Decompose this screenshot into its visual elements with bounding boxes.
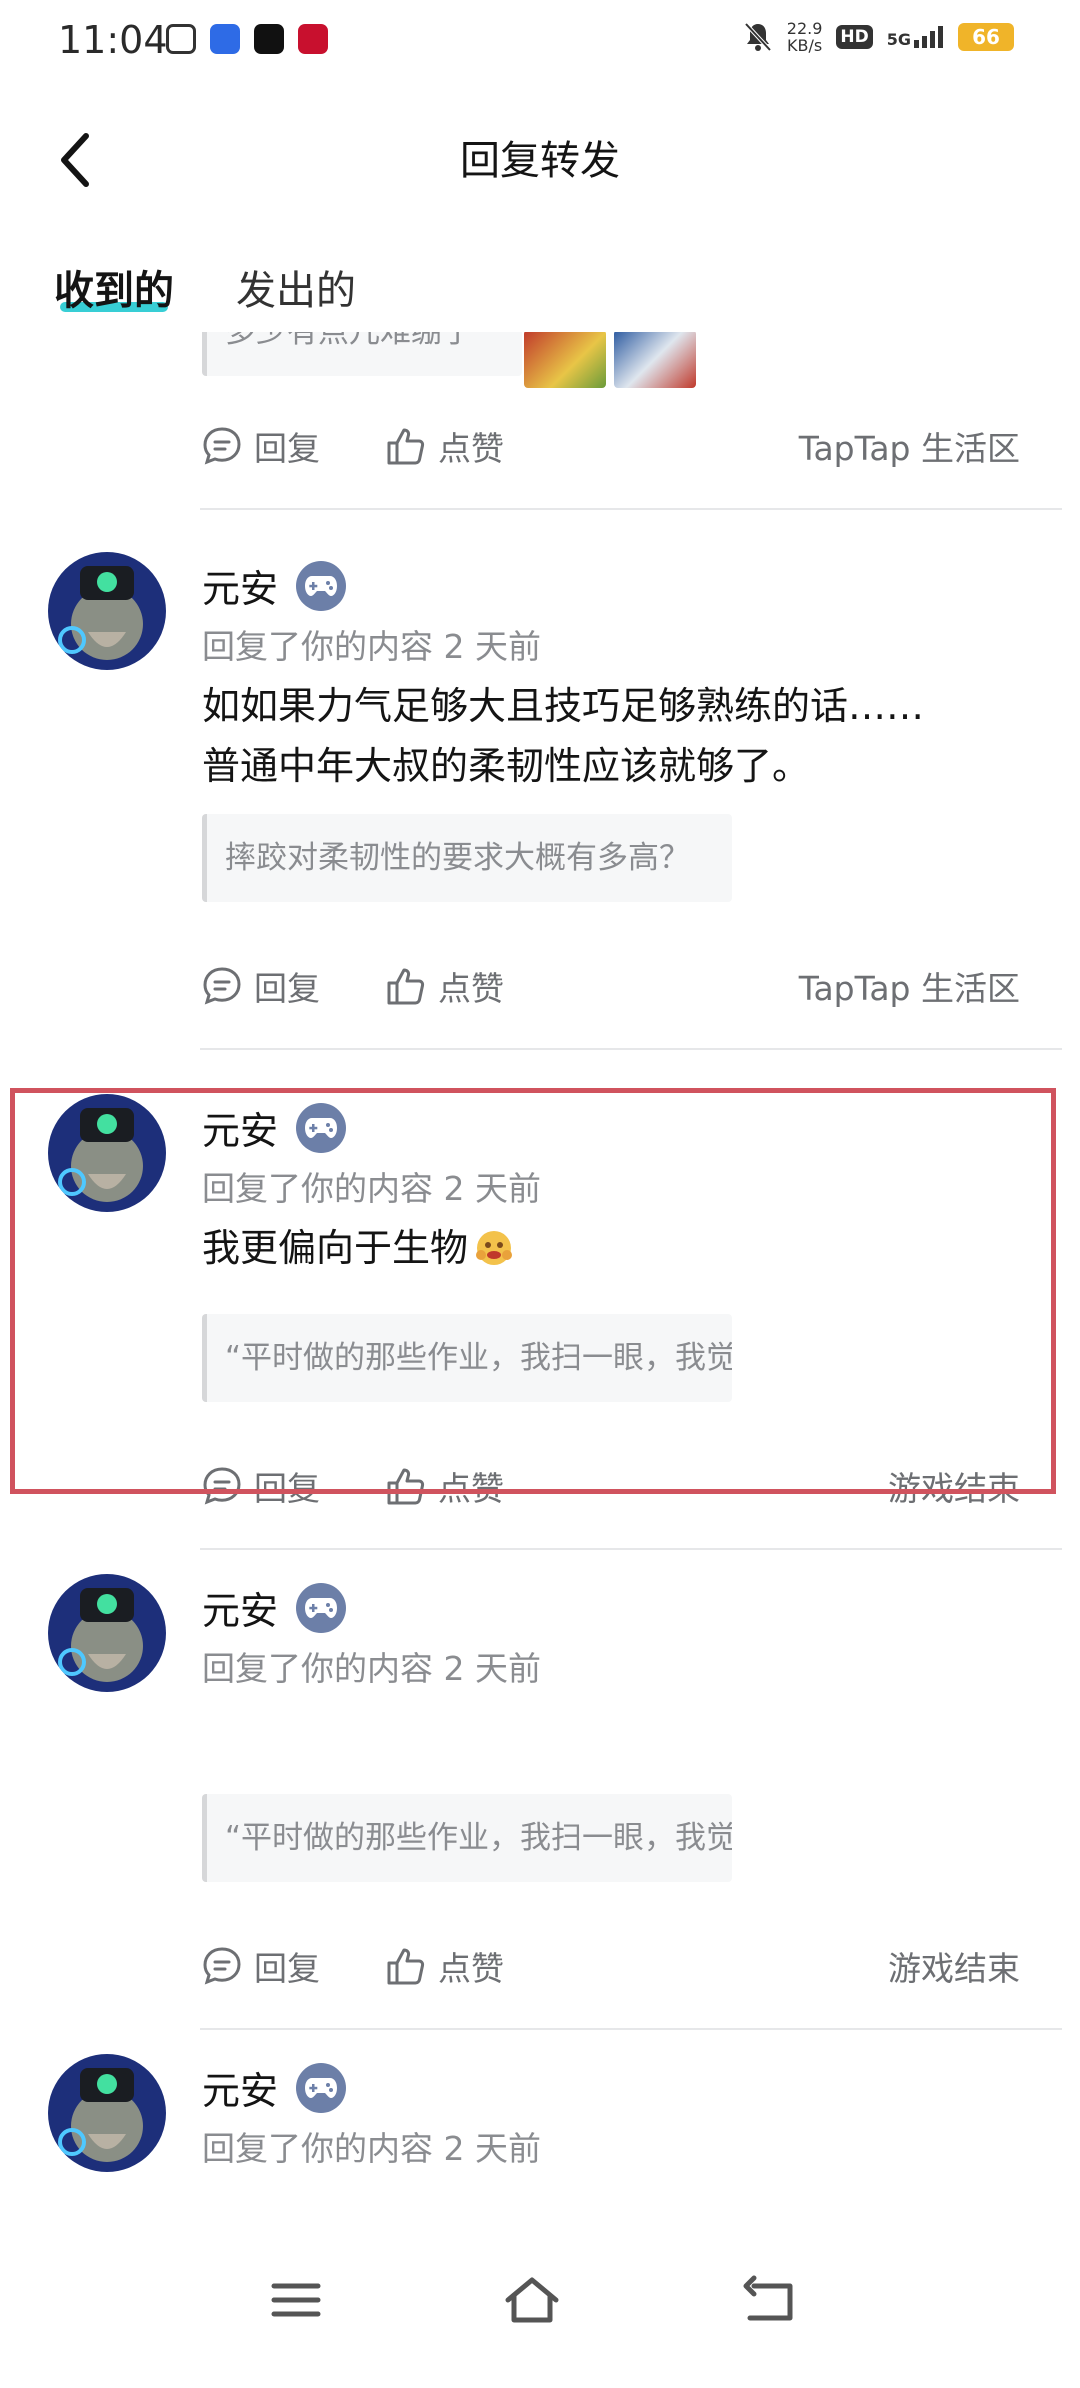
hd-badge: HD <box>836 25 873 49</box>
like-button[interactable]: 点赞 <box>384 422 504 470</box>
speed-value: 22.9 <box>786 19 823 38</box>
comment-bubble-icon <box>203 1947 241 1985</box>
zombie-avatar-image <box>48 2054 166 2172</box>
tab-received[interactable]: 收到的 <box>54 258 174 316</box>
reply-content-line: 如如果力气足够大且技巧足够熟练的话…… <box>202 684 925 728</box>
like-label: 点赞 <box>438 1949 504 1988</box>
source-link[interactable]: 游戏结束 <box>888 1942 1020 1990</box>
reply-content-line: 普通中年大叔的柔韧性应该就够了。 <box>202 744 811 788</box>
highlight-box <box>10 1088 1056 1494</box>
tab-sent[interactable]: 发出的 <box>236 258 356 316</box>
reply-meta: 回复了你的内容 2 天前 <box>202 1649 541 1688</box>
quoted-content[interactable]: 多少有点儿难绷了 <box>202 332 522 376</box>
signal-bars-icon <box>914 26 943 48</box>
reply-meta: 回复了你的内容 2 天前 <box>202 627 541 666</box>
like-button[interactable]: 点赞 <box>384 1942 504 1990</box>
status-indicators: 22.9 KB/s HD 5G 66 <box>743 20 1014 54</box>
top-nav: 回复转发 <box>0 110 1080 200</box>
zombie-avatar-image <box>48 1574 166 1692</box>
tab-bar: 收到的 发出的 <box>0 258 1080 328</box>
gamepad-icon <box>296 560 347 611</box>
system-nav-bar <box>0 2230 1080 2388</box>
baidu-app-icon <box>210 24 240 54</box>
username[interactable]: 元安 <box>202 1580 347 1635</box>
comment-bubble-icon <box>203 967 241 1005</box>
reply-button[interactable]: 回复 <box>200 1942 320 1990</box>
avatar[interactable] <box>48 552 166 670</box>
bilibili-app-icon <box>166 24 196 54</box>
gamepad-icon <box>296 1582 347 1633</box>
divider <box>200 1548 1062 1550</box>
tiktok-app-icon <box>254 24 284 54</box>
divider <box>200 1048 1062 1050</box>
reply-label: 回复 <box>254 429 320 468</box>
username-text: 元安 <box>202 2069 279 2113</box>
gamepad-icon <box>296 2062 347 2113</box>
notification-icons <box>166 24 328 54</box>
page-title: 回复转发 <box>460 138 620 184</box>
tab-received-label: 收到的 <box>54 268 174 314</box>
menu-icon[interactable] <box>266 2270 326 2330</box>
avatar[interactable] <box>48 2054 166 2172</box>
quoted-content[interactable]: 摔跤对柔韧性的要求大概有多高？ <box>202 814 732 902</box>
source-link[interactable]: TapTap 生活区 <box>799 962 1020 1010</box>
reply-label: 回复 <box>254 1949 320 1988</box>
thumbs-up-icon <box>387 968 425 1005</box>
zombie-avatar-image <box>48 552 166 670</box>
reply-button[interactable]: 回复 <box>200 422 320 470</box>
thumbs-up-icon <box>387 428 425 465</box>
action-bar: 回复 点赞 TapTap 生活区 <box>200 422 1020 482</box>
quoted-image-thumbnail[interactable] <box>524 332 606 388</box>
reply-button[interactable]: 回复 <box>200 962 320 1010</box>
avatar[interactable] <box>48 1574 166 1692</box>
reply-meta: 回复了你的内容 2 天前 <box>202 2129 541 2168</box>
quoted-image-thumbnail[interactable] <box>614 332 696 388</box>
home-icon[interactable] <box>502 2270 562 2330</box>
like-label: 点赞 <box>438 969 504 1008</box>
username-text: 元安 <box>202 567 279 611</box>
comment-bubble-icon <box>203 427 241 465</box>
divider <box>200 2028 1062 2030</box>
signal-indicator: 5G <box>887 26 944 48</box>
speed-unit: KB/s <box>786 36 823 55</box>
divider <box>200 508 1062 510</box>
quoted-content[interactable]: “平时做的那些作业，我扫一眼，我觉得没有… <box>202 1794 732 1882</box>
mute-bell-icon <box>744 22 772 52</box>
thumbs-up-icon <box>387 1948 425 1985</box>
status-time: 11:04 <box>58 18 168 62</box>
username[interactable]: 元安 <box>202 2060 347 2115</box>
kfc-app-icon <box>298 24 328 54</box>
action-bar: 回复 点赞 游戏结束 <box>200 1942 1020 2002</box>
action-bar: 回复 点赞 TapTap 生活区 <box>200 962 1020 1022</box>
status-bar: 11:04 22.9 KB/s HD 5G 66 <box>0 0 1080 84</box>
back-gesture-icon[interactable] <box>740 2270 800 2330</box>
network-speed: 22.9 KB/s <box>787 20 823 54</box>
network-type: 5G <box>886 30 911 49</box>
like-button[interactable]: 点赞 <box>384 962 504 1010</box>
battery-indicator: 66 <box>958 23 1014 51</box>
reply-content[interactable]: 如如果力气足够大且技巧足够熟练的话…… 普通中年大叔的柔韧性应该就够了。 <box>202 676 1042 796</box>
reply-label: 回复 <box>254 969 320 1008</box>
source-link[interactable]: TapTap 生活区 <box>799 422 1020 470</box>
like-label: 点赞 <box>438 429 504 468</box>
username[interactable]: 元安 <box>202 558 347 613</box>
tab-sent-label: 发出的 <box>236 268 356 314</box>
username-text: 元安 <box>202 1589 279 1633</box>
